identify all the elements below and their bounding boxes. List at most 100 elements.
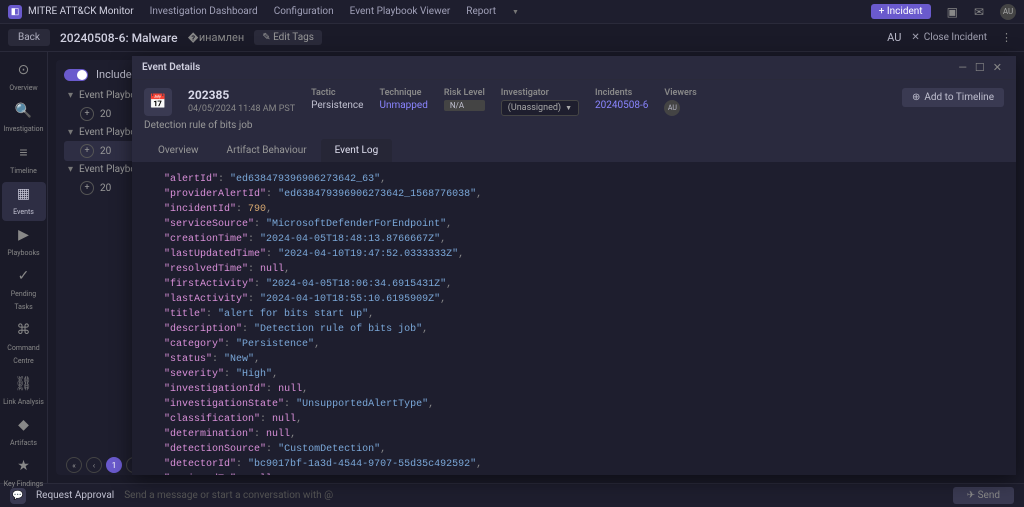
share-icon[interactable]: �инамлен: [188, 31, 245, 44]
rail-icon: 🔍: [2, 103, 46, 119]
rail-label: Timeline: [10, 167, 37, 175]
edit-tags-button[interactable]: ✎ Edit Tags: [254, 30, 322, 45]
more-options-icon[interactable]: ⋮: [997, 31, 1016, 44]
log-line: "creationTime": "2024-04-05T18:48:13.876…: [146, 232, 1002, 247]
modal-title-bar: Event Details — ☐ ✕: [132, 56, 1016, 80]
log-line: "firstActivity": "2024-04-05T18:06:34.69…: [146, 277, 1002, 292]
maximize-button[interactable]: ☐: [971, 61, 989, 74]
user-avatar[interactable]: AU: [1000, 4, 1016, 20]
plus-circle-icon[interactable]: +: [80, 144, 94, 158]
nav-link-dashboard[interactable]: Investigation Dashboard: [150, 6, 258, 17]
investigator-block: Investigator (Unassigned) ▼: [501, 88, 579, 116]
send-label: Send: [978, 490, 1000, 501]
log-line: "lastActivity": "2024-04-10T18:55:10.619…: [146, 292, 1002, 307]
nav-link-report[interactable]: Report: [466, 6, 496, 17]
rail-label: Playbooks: [7, 249, 39, 257]
event-calendar-icon: 📅: [144, 88, 172, 116]
new-incident-button[interactable]: + Incident: [871, 4, 931, 19]
pagination-prev-button[interactable]: ‹: [86, 457, 102, 473]
rail-item-artifacts[interactable]: ◆ Artifacts: [2, 413, 46, 452]
incidents-label: Incidents: [595, 88, 648, 98]
rail-icon: ✓: [2, 268, 46, 284]
pagination-page-1[interactable]: 1: [106, 457, 122, 473]
modal-tab-overview[interactable]: Overview: [144, 139, 213, 162]
rail-item-pending-tasks[interactable]: ✓Pending Tasks: [2, 264, 46, 316]
log-line: "title": "alert for bits start up",: [146, 307, 1002, 322]
send-button[interactable]: ✈ Send: [953, 487, 1014, 504]
footer-chat-icon[interactable]: 💬: [10, 488, 26, 504]
close-modal-button[interactable]: ✕: [989, 61, 1006, 74]
rail-icon: ★: [2, 458, 46, 474]
rail-icon: ⛓: [2, 376, 46, 392]
log-line: "assignedTo": null,: [146, 472, 1002, 475]
chevron-down-icon: ▾: [68, 90, 73, 101]
request-approval-button[interactable]: Request Approval: [36, 490, 114, 501]
event-timestamp: 04/05/2024 11:48 AM PST: [188, 104, 295, 114]
message-input[interactable]: Send a message or start a conversation w…: [124, 490, 943, 501]
modal-tab-event-log[interactable]: Event Log: [321, 139, 393, 162]
incidents-block: Incidents 20240508-6: [595, 88, 648, 111]
rail-item-command-centre[interactable]: ⌘Command Centre: [2, 318, 46, 370]
technique-label: Technique: [379, 88, 427, 98]
modal-tab-artifact-behaviour[interactable]: Artifact Behaviour: [213, 139, 321, 162]
back-button[interactable]: Back: [8, 29, 50, 46]
chevron-down-icon[interactable]: ▼: [512, 8, 519, 16]
log-line: "investigationId": null,: [146, 382, 1002, 397]
risk-block: Risk Level N/A: [444, 88, 485, 111]
close-incident-label: Close Incident: [924, 32, 987, 43]
rail-item-key-findings[interactable]: ★ Key Findings: [2, 454, 46, 493]
plus-circle-icon[interactable]: +: [80, 107, 94, 121]
rail-item-playbooks[interactable]: ▶Playbooks: [2, 223, 46, 262]
rail-item-events[interactable]: ▦Events: [2, 182, 46, 221]
event-details-modal: Event Details — ☐ ✕ 📅 202385 04/05/2024 …: [132, 56, 1016, 475]
tactic-value: Persistence: [311, 100, 363, 111]
log-line: "serviceSource": "MicrosoftDefenderForEn…: [146, 217, 1002, 232]
log-line: "category": "Persistence",: [146, 337, 1002, 352]
content-area: Include events ▾Event Playbook:+20▾Event…: [48, 52, 1024, 483]
pagination-first-button[interactable]: «: [66, 457, 82, 473]
log-line: "severity": "High",: [146, 367, 1002, 382]
top-navigation: ◧ MITRE ATT&CK Monitor Investigation Das…: [0, 0, 1024, 24]
chat-icon[interactable]: ✉: [974, 5, 984, 19]
tactic-label: Tactic: [311, 88, 363, 98]
technique-value[interactable]: Unmapped: [379, 100, 427, 111]
close-incident-button[interactable]: ✕ Close Incident: [911, 32, 987, 43]
add-to-timeline-button[interactable]: ⊕ Add to Timeline: [902, 88, 1004, 107]
rail-icon: ◆: [2, 417, 46, 433]
nav-link-playbook-viewer[interactable]: Event Playbook Viewer: [350, 6, 451, 17]
nav-link-configuration[interactable]: Configuration: [274, 6, 334, 17]
event-log-body[interactable]: "alertId": "ed638479396906273642_63", "p…: [132, 162, 1016, 475]
rail-label: Key Findings: [4, 480, 44, 488]
chevron-down-icon: ▾: [68, 164, 73, 175]
brand: ◧ MITRE ATT&CK Monitor: [8, 5, 134, 19]
log-line: "description": "Detection rule of bits j…: [146, 322, 1002, 337]
footer-bar: 💬 Request Approval Send a message or sta…: [0, 483, 1024, 507]
minimize-button[interactable]: —: [954, 61, 971, 74]
technique-block: Technique Unmapped: [379, 88, 427, 111]
include-events-toggle[interactable]: [64, 69, 88, 81]
rail-item-overview[interactable]: ⊙Overview: [2, 58, 46, 97]
log-line: "detectorId": "bc9017bf-1a3d-4544-9707-5…: [146, 457, 1002, 472]
rail-label: Artifacts: [10, 439, 37, 447]
rail-item-timeline[interactable]: ≡ Timeline: [2, 140, 46, 180]
close-x-icon: ✕: [911, 32, 919, 43]
log-line: "status": "New",: [146, 352, 1002, 367]
modal-subtitle: Detection rule of bits job: [132, 120, 1016, 139]
rail-label: Link Analysis: [3, 398, 44, 406]
tactic-block: Tactic Persistence: [311, 88, 363, 111]
rail-item-link-analysis[interactable]: ⛓ Link Analysis: [2, 372, 46, 411]
investigator-select[interactable]: (Unassigned) ▼: [501, 100, 579, 116]
plus-circle-icon[interactable]: +: [80, 181, 94, 195]
log-line: "lastUpdatedTime": "2024-04-10T19:47:52.…: [146, 247, 1002, 262]
notification-icon[interactable]: ▣: [947, 5, 958, 19]
risk-label: Risk Level: [444, 88, 485, 98]
rail-label: Events: [13, 208, 34, 216]
rail-icon: ≡: [2, 144, 46, 161]
incidents-value[interactable]: 20240508-6: [595, 100, 648, 111]
playbook-id: 20: [100, 146, 111, 157]
rail-item-investigation[interactable]: 🔍Investigation: [2, 99, 46, 138]
rail-icon: ⊙: [2, 62, 46, 78]
log-line: "incidentId": 790,: [146, 202, 1002, 217]
chevron-down-icon: ▾: [68, 127, 73, 138]
playbook-id: 20: [100, 109, 111, 120]
